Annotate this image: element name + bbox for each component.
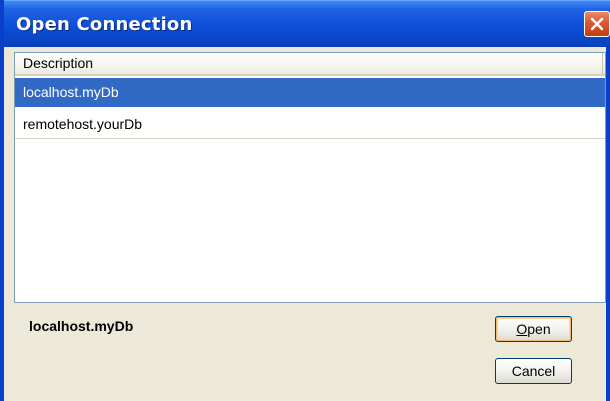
open-button[interactable]: Open: [495, 316, 572, 342]
dialog-window: Open Connection Description localhost.my…: [0, 0, 610, 401]
list-item[interactable]: localhost.myDb: [15, 78, 605, 107]
list-header: Description: [15, 53, 605, 76]
connection-list[interactable]: Description localhost.myDb remotehost.yo…: [14, 52, 606, 303]
column-header-description[interactable]: Description: [15, 53, 603, 74]
list-item[interactable]: remotehost.yourDb: [15, 110, 605, 139]
title-bar[interactable]: Open Connection: [4, 0, 610, 47]
window-title: Open Connection: [16, 14, 193, 35]
selected-connection-label: localhost.myDb: [29, 318, 134, 334]
cancel-button[interactable]: Cancel: [495, 358, 572, 384]
open-label: pen: [527, 320, 551, 337]
open-mnemonic: O: [516, 320, 528, 337]
close-button[interactable]: [584, 11, 610, 37]
